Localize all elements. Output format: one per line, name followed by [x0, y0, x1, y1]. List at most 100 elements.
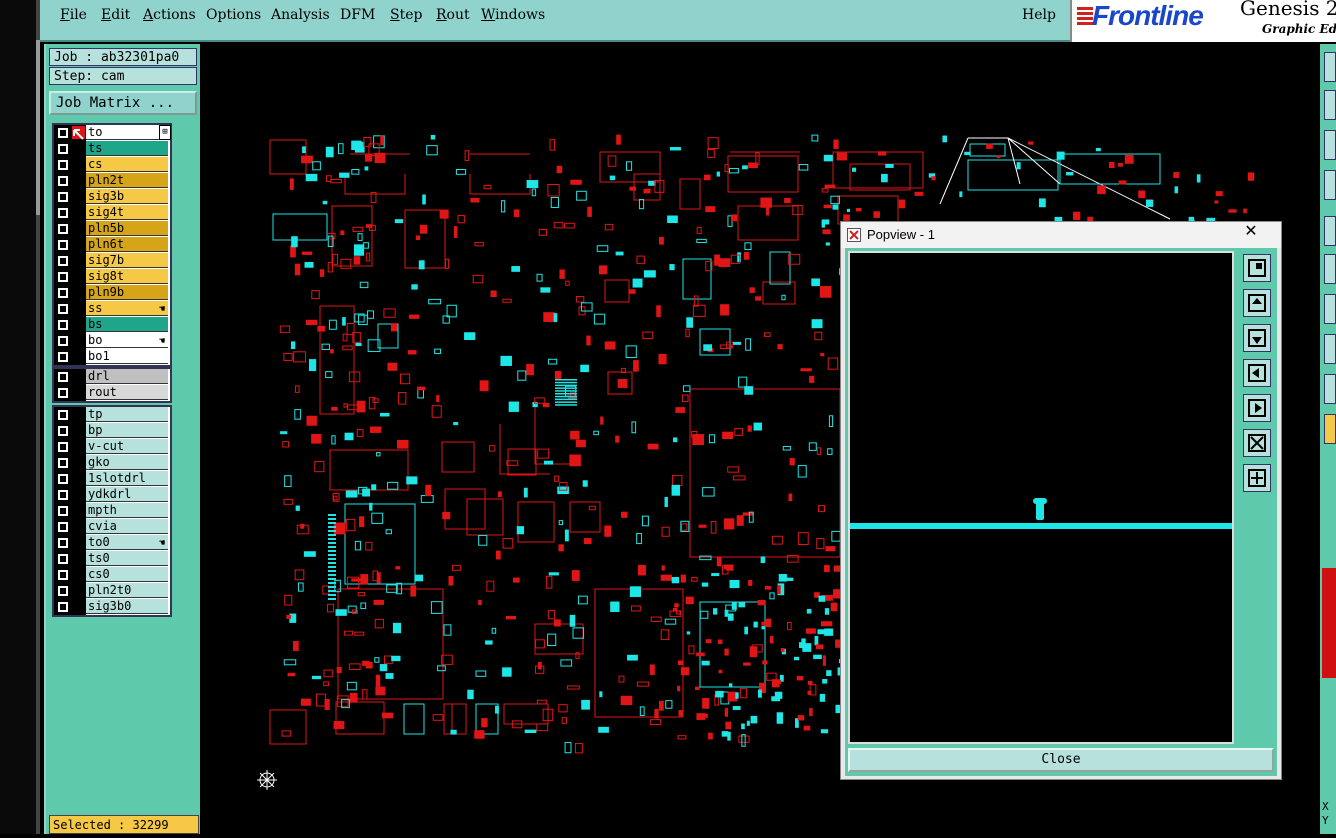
layer-checkbox[interactable]	[54, 253, 86, 269]
menu-options[interactable]: Options	[206, 7, 261, 23]
layer-checkbox[interactable]	[54, 519, 86, 535]
layer-name[interactable]: ts	[86, 141, 168, 156]
layer-name[interactable]: cs	[86, 157, 168, 172]
layer-row[interactable]: sig4t	[54, 205, 170, 221]
right-tool-button[interactable]	[1324, 334, 1336, 364]
job-matrix-button[interactable]: Job Matrix ...	[49, 91, 197, 115]
layer-name[interactable]: pln2t	[86, 173, 168, 188]
layer-row[interactable]: ydkdrl	[54, 487, 170, 503]
layer-name[interactable]: rout	[86, 385, 168, 400]
layer-checkbox[interactable]	[54, 369, 86, 385]
layer-checkbox[interactable]	[54, 423, 86, 439]
layer-name[interactable]: 1slotdrl	[86, 471, 168, 486]
close-icon[interactable]: ✕	[1231, 223, 1271, 241]
layer-checkbox[interactable]	[54, 599, 86, 615]
layer-name[interactable]: pln9b	[86, 285, 168, 300]
layer-checkbox[interactable]	[54, 583, 86, 599]
layer-name[interactable]: drl	[86, 369, 168, 384]
layer-name[interactable]: ss ☚	[86, 301, 168, 316]
layer-row[interactable]: sig8t	[54, 269, 170, 285]
layer-row[interactable]: pln5b	[54, 221, 170, 237]
zoom-home-button[interactable]	[1243, 254, 1271, 282]
layer-name[interactable]: mpth	[86, 503, 168, 518]
layer-name[interactable]: sig7b	[86, 253, 168, 268]
layer-name[interactable]: sig3b0	[86, 599, 168, 614]
pan-up-button[interactable]	[1243, 289, 1271, 317]
right-tool-button[interactable]	[1324, 374, 1336, 404]
layer-row[interactable]: tp	[54, 407, 170, 423]
layer-row[interactable]: pln2t0	[54, 583, 170, 599]
layer-checkbox[interactable]	[54, 471, 86, 487]
right-tool-button[interactable]	[1324, 170, 1336, 200]
layer-row[interactable]: to☚⊞	[54, 125, 171, 141]
popview-screen[interactable]	[848, 251, 1236, 744]
layer-name[interactable]: sig3b	[86, 189, 168, 204]
layer-row[interactable]: cs0	[54, 567, 170, 583]
expand-icon[interactable]: ⊞	[159, 125, 171, 140]
layer-checkbox[interactable]	[54, 141, 86, 157]
layer-name[interactable]: gko	[86, 455, 168, 470]
right-tool-button[interactable]	[1324, 294, 1336, 324]
right-tool-button[interactable]	[1324, 414, 1336, 444]
right-tool-button[interactable]	[1324, 52, 1336, 82]
layer-row[interactable]: pln9b	[54, 285, 170, 301]
right-tool-button[interactable]	[1324, 216, 1336, 246]
layer-row[interactable]: 1slotdrl	[54, 471, 170, 487]
layer-row[interactable]: ss ☚	[54, 301, 170, 317]
layer-checkbox[interactable]	[54, 333, 86, 349]
layer-name[interactable]: to☚⊞	[86, 125, 171, 140]
layer-checkbox[interactable]	[54, 567, 86, 583]
menu-rout[interactable]: Rout	[436, 7, 470, 23]
layer-name[interactable]: bo ☚	[86, 333, 168, 348]
layer-checkbox[interactable]	[54, 173, 86, 189]
layer-row[interactable]: cs	[54, 157, 170, 173]
layer-name[interactable]: tp	[86, 407, 168, 422]
layer-row[interactable]: drl	[54, 369, 170, 385]
layer-row[interactable]: pln2t	[54, 173, 170, 189]
layer-checkbox[interactable]	[54, 503, 86, 519]
layer-name[interactable]: ydkdrl	[86, 487, 168, 502]
layer-checkbox[interactable]	[54, 125, 86, 141]
layer-name[interactable]: bo1	[86, 349, 168, 364]
layer-checkbox[interactable]	[54, 189, 86, 205]
layer-name[interactable]: cvia	[86, 519, 168, 534]
layer-checkbox[interactable]	[54, 157, 86, 173]
layer-row[interactable]: to0 ☚	[54, 535, 170, 551]
layer-row[interactable]: v-cut	[54, 439, 170, 455]
layer-checkbox[interactable]	[54, 317, 86, 333]
menu-analysis[interactable]: Analysis	[271, 7, 330, 23]
layer-checkbox[interactable]	[54, 487, 86, 503]
menu-edit[interactable]: Edit	[101, 7, 130, 23]
work-layer-icon[interactable]	[72, 126, 85, 140]
layer-row[interactable]: sig3b0	[54, 599, 170, 615]
layer-checkbox[interactable]	[54, 237, 86, 253]
layer-name[interactable]: ts0	[86, 551, 168, 566]
right-tool-button[interactable]	[1324, 130, 1336, 160]
right-tool-button[interactable]	[1324, 254, 1336, 284]
layer-name[interactable]: bp	[86, 423, 168, 438]
layer-checkbox[interactable]	[54, 285, 86, 301]
layer-checkbox[interactable]	[54, 205, 86, 221]
layer-row[interactable]: sig3b	[54, 189, 170, 205]
layer-name[interactable]: bs	[86, 317, 168, 332]
layer-row[interactable]: ts	[54, 141, 170, 157]
layer-checkbox[interactable]	[54, 301, 86, 317]
layer-row[interactable]: bp	[54, 423, 170, 439]
layer-name[interactable]: to0 ☚	[86, 535, 168, 550]
zoom-in-button[interactable]	[1243, 429, 1271, 457]
layer-checkbox[interactable]	[54, 551, 86, 567]
popview-titlebar[interactable]: Popview - 1 ✕	[841, 222, 1281, 248]
menu-windows[interactable]: Windows	[481, 7, 545, 23]
menu-step[interactable]: Step	[390, 7, 422, 23]
close-button[interactable]: Close	[848, 748, 1274, 772]
layer-checkbox[interactable]	[54, 407, 86, 423]
layer-checkbox[interactable]	[54, 269, 86, 285]
layer-checkbox[interactable]	[54, 439, 86, 455]
layer-row[interactable]: sig7b	[54, 253, 170, 269]
pan-left-button[interactable]	[1243, 359, 1271, 387]
zoom-fit-button[interactable]	[1243, 464, 1271, 492]
layer-name[interactable]: sig8t	[86, 269, 168, 284]
layer-row[interactable]: mpth	[54, 503, 170, 519]
layer-row[interactable]: rout	[54, 385, 170, 401]
layer-checkbox[interactable]	[54, 535, 86, 551]
